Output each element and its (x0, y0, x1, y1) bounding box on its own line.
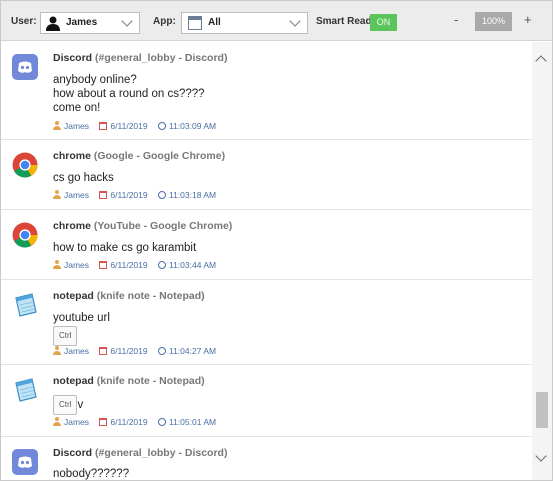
clock-icon (157, 191, 166, 199)
calendar-icon (99, 191, 108, 199)
message-text: youtube url Ctrl (53, 311, 110, 346)
list-item[interactable]: chrome (Google - Google Chrome) cs go ha… (1, 140, 532, 210)
smart-read-label: Smart Read (316, 16, 372, 27)
message-meta: James 6/11/2019 11:04:27 AM (53, 346, 224, 356)
message-meta: James 6/11/2019 11:03:09 AM (53, 121, 224, 131)
zoom-level: 100% (475, 12, 512, 31)
list-item[interactable]: Discord (#general_lobby - Discord) nobod… (1, 437, 532, 480)
user-select[interactable]: James (40, 12, 140, 34)
message-text: Ctrl v (53, 395, 83, 415)
key-badge: Ctrl (53, 326, 78, 346)
message-text: cs go hacks (53, 172, 114, 184)
list-item[interactable]: chrome (YouTube - Google Chrome) how to … (1, 210, 532, 280)
message-list: Discord (#general_lobby - Discord) anybo… (1, 42, 532, 480)
user-icon (53, 190, 61, 199)
calendar-icon (99, 261, 108, 269)
message-title: notepad (knife note - Notepad) (53, 290, 205, 302)
calendar-icon (99, 122, 108, 130)
discord-icon (12, 449, 38, 475)
scroll-down-icon[interactable] (535, 450, 547, 462)
user-icon (53, 121, 61, 130)
zoom-out-button[interactable]: - (454, 12, 458, 27)
chrome-icon (12, 222, 38, 248)
app-label: App: (153, 16, 176, 27)
list-item[interactable]: notepad (knife note - Notepad) youtube u… (1, 280, 532, 365)
chevron-down-icon (289, 15, 301, 27)
notepad-icon (15, 293, 37, 317)
list-item[interactable]: notepad (knife note - Notepad) Ctrl v Jam… (1, 365, 532, 437)
user-icon (46, 16, 60, 31)
message-text: anybody online? how about a round on cs?… (53, 74, 205, 114)
vertical-scrollbar[interactable] (532, 42, 552, 480)
message-title: Discord (#general_lobby - Discord) (53, 447, 228, 459)
message-meta: James 6/11/2019 11:03:18 AM (53, 190, 224, 200)
message-text: how to make cs go karambit (53, 242, 197, 254)
message-meta: James 6/11/2019 11:05:01 AM (53, 417, 224, 427)
user-icon (53, 260, 61, 269)
clock-icon (157, 418, 166, 426)
calendar-icon (99, 418, 108, 426)
notepad-icon (15, 378, 37, 402)
user-label: User: (11, 16, 37, 27)
zoom-in-button[interactable]: + (524, 12, 532, 27)
message-title: Discord (#general_lobby - Discord) (53, 52, 228, 64)
clock-icon (157, 261, 166, 269)
window-icon (188, 16, 202, 30)
scrollbar-thumb[interactable] (536, 392, 548, 428)
app-select-value: All (208, 17, 221, 28)
user-icon (53, 346, 61, 355)
calendar-icon (99, 347, 108, 355)
chevron-down-icon (121, 15, 133, 27)
message-title: notepad (knife note - Notepad) (53, 375, 205, 387)
scroll-up-icon[interactable] (535, 55, 547, 67)
user-select-value: James (66, 17, 98, 28)
chrome-icon (12, 152, 38, 178)
key-badge: Ctrl (53, 395, 78, 415)
message-title: chrome (YouTube - Google Chrome) (53, 220, 233, 232)
user-icon (53, 417, 61, 426)
keystroke-log-window: User: James App: All Smart Read ON - 100… (0, 0, 553, 481)
clock-icon (157, 122, 166, 130)
app-select[interactable]: All (181, 12, 308, 34)
message-title: chrome (Google - Google Chrome) (53, 150, 226, 162)
message-meta: James 6/11/2019 11:03:44 AM (53, 260, 224, 270)
toolbar: User: James App: All Smart Read ON - 100… (1, 1, 552, 41)
clock-icon (157, 347, 166, 355)
smart-read-toggle[interactable]: ON (370, 14, 397, 31)
list-item[interactable]: Discord (#general_lobby - Discord) anybo… (1, 42, 532, 140)
discord-icon (12, 54, 38, 80)
message-text: nobody?????? (53, 468, 130, 480)
